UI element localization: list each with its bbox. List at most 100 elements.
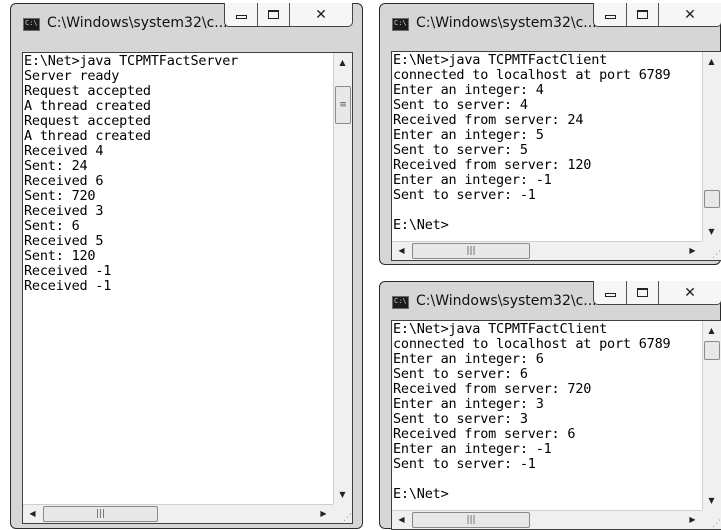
scroll-down-arrow-icon[interactable]: ▼ — [334, 486, 351, 503]
close-icon: ✕ — [684, 6, 696, 23]
console-line: Enter an integer: 5 — [393, 127, 544, 143]
scroll-up-arrow-icon[interactable]: ▲ — [703, 53, 720, 70]
console-line: Enter an integer: 3 — [393, 396, 544, 412]
console-line: Sent: 720 — [24, 188, 96, 204]
cmd-icon: C:\ — [392, 296, 409, 309]
minimize-button[interactable] — [594, 3, 627, 26]
console-line: Sent to server: -1 — [393, 456, 536, 472]
scroll-left-arrow-icon[interactable]: ◀ — [24, 505, 41, 522]
scroll-thumb-grip-icon: ||| — [466, 246, 476, 256]
scroll-down-arrow-icon[interactable]: ▼ — [703, 492, 720, 509]
client2-title-bar[interactable]: C:\ C:\Windows\system32\c... ✕ — [380, 281, 721, 322]
minimize-button[interactable] — [225, 3, 258, 26]
console-line: Received from server: 6 — [393, 426, 576, 442]
scroll-thumb[interactable] — [704, 341, 720, 360]
scroll-thumb-grip-icon: ||| — [466, 515, 476, 525]
maximize-icon — [637, 288, 648, 297]
console-client-area[interactable]: E:\Net>java TCPMTFactClient connected to … — [391, 51, 721, 261]
console-output[interactable]: E:\Net>java TCPMTFactClient connected to … — [393, 52, 671, 233]
console-line: E:\Net> — [393, 217, 449, 233]
minimize-button[interactable] — [594, 281, 627, 304]
horizontal-scrollbar[interactable]: ◀ ||| ▶ — [23, 504, 333, 523]
console-line: Enter an integer: 6 — [393, 351, 544, 367]
console-line: Enter an integer: 4 — [393, 82, 544, 98]
close-icon: ✕ — [684, 284, 696, 301]
maximize-icon — [637, 10, 648, 19]
window-title: C:\Windows\system32\c... — [47, 15, 228, 31]
close-button[interactable]: ✕ — [290, 3, 352, 26]
console-line: Received 5 — [24, 233, 104, 249]
console-line: E:\Net>java TCPMTFactClient — [393, 52, 608, 68]
console-line: Enter an integer: -1 — [393, 172, 552, 188]
scroll-right-arrow-icon[interactable]: ▶ — [684, 242, 701, 259]
scroll-left-arrow-icon[interactable]: ◀ — [393, 511, 410, 528]
minimize-icon — [604, 292, 616, 297]
console-line: Received 4 — [24, 143, 104, 159]
console-line: Received 3 — [24, 203, 104, 219]
console-client-area[interactable]: E:\Net>java TCPMTFactServer Server ready R… — [22, 52, 353, 524]
cmd-icon: C:\ — [392, 18, 409, 31]
close-button[interactable]: ✕ — [659, 3, 721, 26]
console-line: Sent: 120 — [24, 248, 96, 264]
minimize-icon — [235, 14, 247, 19]
close-button[interactable]: ✕ — [659, 281, 721, 304]
console-line: Sent to server: 5 — [393, 142, 528, 158]
horizontal-scrollbar[interactable]: ◀ ||| ▶ — [392, 510, 702, 529]
client1-console-window[interactable]: C:\ C:\Windows\system32\c... ✕ E:\Net>ja… — [379, 3, 721, 265]
console-line: E:\Net>java TCPMTFactServer — [24, 53, 239, 69]
window-title: C:\Windows\system32\c... — [416, 293, 597, 309]
maximize-button[interactable] — [258, 3, 290, 26]
console-client-area[interactable]: E:\Net>java TCPMTFactClient connected to … — [391, 320, 721, 530]
console-line: Received from server: 720 — [393, 381, 592, 397]
console-line: A thread created — [24, 128, 151, 144]
console-line: Sent: 6 — [24, 218, 80, 234]
scroll-thumb-grip-icon: ||| — [95, 509, 106, 519]
maximize-button[interactable] — [627, 281, 659, 304]
scroll-up-arrow-icon[interactable]: ▲ — [334, 54, 351, 71]
scroll-thumb[interactable]: ||| — [412, 243, 530, 259]
vertical-scrollbar[interactable]: ▲ ≡ ▼ — [333, 53, 352, 504]
console-line: Sent: 24 — [24, 158, 88, 174]
scroll-down-arrow-icon[interactable]: ▼ — [703, 223, 720, 240]
console-line: connected to localhost at port 6789 — [393, 67, 671, 83]
size-grip-icon[interactable]: ⋰ — [333, 504, 352, 523]
console-line: Request accepted — [24, 83, 151, 99]
window-title: C:\Windows\system32\c... — [416, 15, 597, 31]
console-line: Received 6 — [24, 173, 104, 189]
vertical-scrollbar[interactable]: ▲ ▼ — [702, 52, 721, 241]
scroll-thumb[interactable]: ||| — [43, 506, 158, 522]
maximize-button[interactable] — [627, 3, 659, 26]
console-line: Request accepted — [24, 113, 151, 129]
scroll-right-arrow-icon[interactable]: ▶ — [684, 511, 701, 528]
window-controls: ✕ — [593, 281, 721, 305]
console-line: Sent to server: 3 — [393, 411, 528, 427]
minimize-icon — [604, 14, 616, 19]
console-line: Sent to server: -1 — [393, 187, 536, 203]
console-line: Sent to server: 6 — [393, 366, 528, 382]
vertical-scrollbar[interactable]: ▲ ▼ — [702, 321, 721, 510]
server-console-window[interactable]: C:\ C:\Windows\system32\c... ✕ E:\Net>ja… — [10, 3, 363, 529]
console-line: E:\Net>java TCPMTFactClient — [393, 321, 608, 337]
console-line: Received -1 — [24, 278, 112, 294]
scroll-left-arrow-icon[interactable]: ◀ — [393, 242, 410, 259]
server-title-bar[interactable]: C:\ C:\Windows\system32\c... ✕ — [11, 3, 362, 44]
scroll-thumb[interactable]: ||| — [412, 512, 530, 528]
console-line: Received -1 — [24, 263, 112, 279]
scroll-up-arrow-icon[interactable]: ▲ — [703, 322, 720, 339]
console-output[interactable]: E:\Net>java TCPMTFactServer Server ready R… — [24, 54, 238, 294]
size-grip-icon[interactable]: ⋰ — [702, 241, 721, 260]
size-grip-icon[interactable]: ⋰ — [702, 510, 721, 529]
scroll-thumb[interactable] — [704, 190, 720, 208]
horizontal-scrollbar[interactable]: ◀ ||| ▶ — [392, 241, 702, 260]
maximize-icon — [268, 10, 279, 19]
console-line: Enter an integer: -1 — [393, 441, 552, 457]
client2-console-window[interactable]: C:\ C:\Windows\system32\c... ✕ E:\Net>ja… — [379, 281, 721, 530]
console-output[interactable]: E:\Net>java TCPMTFactClient connected to … — [393, 321, 671, 502]
scroll-thumb[interactable]: ≡ — [335, 86, 351, 124]
close-icon: ✕ — [315, 6, 327, 23]
scroll-right-arrow-icon[interactable]: ▶ — [315, 505, 332, 522]
window-controls: ✕ — [593, 3, 721, 27]
client1-title-bar[interactable]: C:\ C:\Windows\system32\c... ✕ — [380, 3, 721, 44]
